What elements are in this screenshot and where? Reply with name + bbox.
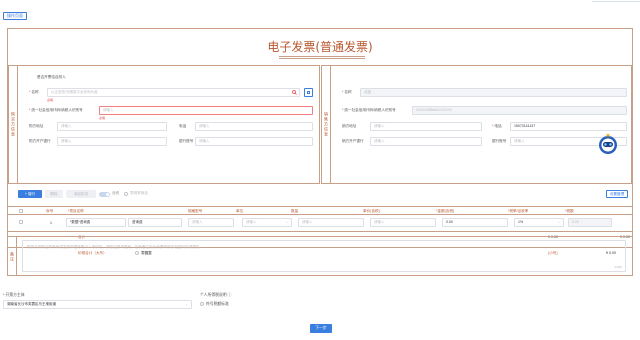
row-qty-input[interactable]: 请输入: [298, 218, 364, 227]
seller-address-input[interactable]: 请输入: [370, 122, 482, 131]
row-spec-input[interactable]: 请输入: [188, 218, 234, 227]
col-price: 单价(含税): [363, 209, 380, 213]
issuer-select[interactable]: 湖南省长沙市芙蓉区马王堆街道 ⌄: [3, 300, 192, 309]
buyer-phone-input[interactable]: 请输入: [195, 122, 313, 131]
add-row-button[interactable]: + 增行: [18, 190, 42, 198]
invoice-form: 电子发票(普通发票) 购买方信息 是否开票给自然人 * 名称 以企查查/天眼查平…: [7, 28, 633, 276]
row-price-input[interactable]: 请输入: [370, 218, 436, 227]
zero-rate-radio[interactable]: [124, 192, 128, 196]
buyer-taxid-label: * 统一社会信用代码/纳税人识别号: [29, 108, 83, 112]
col-amount: *金额(含税): [436, 209, 455, 213]
col-spec: 规格型号: [188, 209, 203, 213]
row-index: 1: [50, 221, 52, 225]
info-icon: ⓘ: [227, 293, 232, 297]
next-step-button[interactable]: 下一步: [310, 324, 332, 333]
title-underline-2: [279, 58, 365, 59]
seller-bank-label: 销方开户银行: [342, 139, 364, 143]
col-rate: *税率/征收率: [508, 209, 529, 213]
title-underline-1: [279, 56, 365, 57]
remark-section: 备注 购货方采购合同号码或发货单据号等个人单填写，请保留原单据号，若有备注则为开…: [8, 236, 632, 276]
seller-account-label: 银行账号: [492, 139, 507, 143]
zero-rate-label: 零税率商品: [130, 191, 148, 195]
buyer-taxid-input[interactable]: 请输入: [99, 106, 313, 115]
top-operation-button[interactable]: 操作页面: [3, 12, 27, 20]
row-item-suffix[interactable]: 咨询费: [128, 218, 182, 227]
row-unit-select[interactable]: 请输入 ⌄: [242, 218, 292, 227]
seller-phone-input[interactable]: 15073141137: [510, 122, 627, 131]
delete-row-button[interactable]: 删除: [45, 190, 63, 198]
buyer-address-input[interactable]: 请输入: [57, 122, 167, 131]
invoice-title: 电子发票(普通发票): [267, 40, 373, 54]
search-icon[interactable]: [292, 90, 297, 95]
buyer-phone-label: 电话: [179, 124, 187, 128]
buyer-taxid-error: 必填: [99, 116, 106, 120]
seller-name-input: 北极: [360, 88, 627, 97]
col-unit: 单位: [236, 209, 244, 213]
row-checkbox[interactable]: [19, 220, 23, 224]
add-discount-button[interactable]: 添加折扣: [66, 190, 96, 198]
seller-section-label: 销售方信息: [322, 66, 331, 183]
col-index: 序号: [46, 209, 54, 213]
chevron-down-icon: ⌄: [185, 302, 188, 306]
address-book-icon[interactable]: [304, 88, 313, 97]
table-header: 序号 *项目名称 规格型号 单位 数量 单价(含税) *金额(含税) *税率/征…: [8, 206, 632, 215]
col-tax: *税额: [565, 209, 574, 213]
personal-tax-value: 符号税额标准: [206, 302, 229, 306]
top-right-divider: [592, 0, 640, 2]
personal-tax-radio[interactable]: [200, 302, 204, 306]
seller-name-label: * 名称: [342, 90, 352, 94]
personal-tax-label: 个人所得税说明 ⓘ: [200, 293, 232, 297]
col-item: *项目名称: [68, 209, 84, 213]
chevron-down-icon: ⌄: [285, 220, 288, 224]
tax-inclusive-toggle[interactable]: [99, 192, 110, 197]
issuer-label: * 开票方主体: [3, 293, 25, 297]
col-qty: 数量: [291, 209, 299, 213]
settings-manage-button[interactable]: 设置管理: [606, 190, 628, 198]
row-item-input[interactable]: *数据*咨询费: [66, 218, 126, 227]
seller-phone-label: * 电话: [492, 124, 502, 128]
remark-textarea[interactable]: 购货方采购合同号码或发货单据号等个人单填写，请保留原单据号，若有备注则为开票审核…: [22, 240, 626, 272]
row-amount-input[interactable]: 0.00: [442, 218, 508, 227]
chevron-down-icon: ⌄: [557, 220, 560, 224]
seller-section: 销售方信息 * 名称 北极 * 统一社会信用代码/纳税人识别号 91110108…: [321, 65, 632, 184]
seller-bank-input[interactable]: 请输入: [370, 137, 482, 146]
buyer-account-input[interactable]: 请输入: [195, 137, 313, 146]
row-tax-input: 0.00: [568, 218, 612, 227]
select-all-checkbox[interactable]: [19, 209, 23, 213]
remark-section-label: 备注: [8, 237, 17, 276]
buyer-bank-label: 购方开户银行: [29, 139, 51, 143]
buyer-name-error: 必填: [47, 98, 54, 102]
tax-inclusive-label: 含税: [112, 191, 120, 195]
buyer-name-label: * 名称: [29, 90, 39, 94]
buyer-account-label: 银行账号: [179, 139, 194, 143]
seller-address-label: 销方地址: [342, 124, 357, 128]
table-row: 1 *数据*咨询费 咨询费 请输入 请输入 ⌄ 请输入 请输入 0.00 1% ⌄ …: [8, 215, 632, 229]
buyer-address-label: 购方地址: [29, 124, 44, 128]
seller-taxid-label: * 统一社会信用代码/纳税人识别号: [342, 108, 396, 112]
natural-person-label: 是否开票给自然人: [37, 75, 66, 79]
buyer-section: 购买方信息 是否开票给自然人 * 名称 以企查查/天眼查平台查询为准 必填 * …: [8, 65, 320, 184]
buyer-bank-input[interactable]: 请输入: [57, 137, 167, 146]
row-rate-select[interactable]: 1% ⌄: [514, 218, 564, 227]
seller-taxid-input: 91110108MA01XXXXX: [412, 106, 627, 115]
assistant-robot-icon[interactable]: [596, 132, 620, 156]
remark-char-count: 0/200: [614, 265, 622, 269]
buyer-name-input[interactable]: 以企查查/天眼查平台查询为准: [47, 88, 300, 97]
buyer-section-label: 购买方信息: [9, 66, 18, 183]
